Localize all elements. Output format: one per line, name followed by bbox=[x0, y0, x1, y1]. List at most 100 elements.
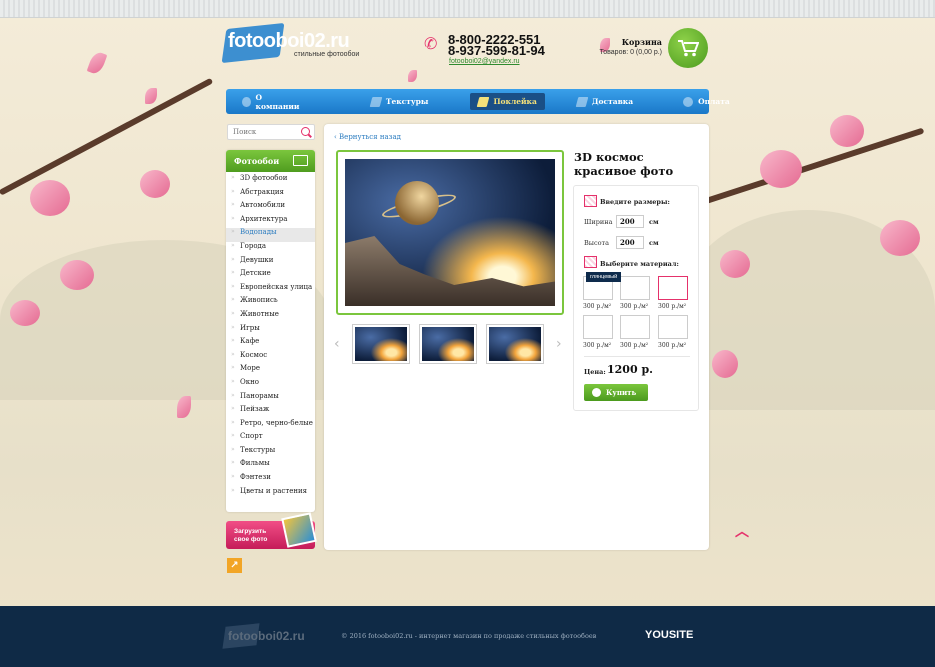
prev-arrow-icon[interactable]: ‹ bbox=[334, 337, 342, 351]
sidebar-item[interactable]: Абстракция bbox=[226, 188, 315, 202]
product-image[interactable] bbox=[336, 150, 564, 315]
sidebar-item[interactable]: Ретро, черно-белые bbox=[226, 419, 315, 433]
material-price: 300 р./м² bbox=[620, 303, 649, 310]
material-option[interactable] bbox=[620, 276, 650, 300]
width-label: Ширина bbox=[584, 218, 613, 226]
phone-icon: ✆ bbox=[424, 34, 438, 53]
site-logo[interactable]: fotooboi02.ru стильные фотообои bbox=[221, 22, 374, 64]
height-input[interactable] bbox=[616, 236, 644, 249]
cart-title: Корзина bbox=[621, 37, 662, 47]
nav-payment[interactable]: Оплата bbox=[675, 93, 738, 110]
price-value: 1200 р. bbox=[607, 363, 653, 376]
material-price: 300 р./м² bbox=[658, 342, 687, 349]
sidebar-item[interactable]: Европейская улица bbox=[226, 283, 315, 297]
sidebar-item[interactable]: Море bbox=[226, 364, 315, 378]
buy-label: Купить bbox=[606, 388, 637, 397]
developer-logo[interactable]: YOUSITE bbox=[645, 629, 693, 641]
upload-photo-button[interactable]: Загрузить свое фото bbox=[226, 512, 317, 549]
logo-text: fotooboi02.ru bbox=[228, 30, 350, 52]
material-option-selected[interactable] bbox=[658, 276, 688, 300]
texture-icon bbox=[369, 96, 383, 107]
back-link[interactable]: ‹ Вернуться назад bbox=[334, 133, 401, 141]
sidebar-item[interactable]: Спорт bbox=[226, 432, 315, 446]
buy-button[interactable]: Купить bbox=[584, 384, 648, 401]
sidebar-item[interactable]: Живопись bbox=[226, 296, 315, 310]
cart-button[interactable] bbox=[668, 28, 708, 68]
thumbnail[interactable] bbox=[486, 324, 544, 364]
sidebar-item[interactable]: Животные bbox=[226, 310, 315, 324]
nav-label: Поклейка bbox=[493, 97, 537, 106]
truck-icon bbox=[575, 96, 589, 107]
scroll-top-icon[interactable]: ︿ bbox=[733, 525, 751, 539]
nav-about[interactable]: О компании bbox=[234, 92, 309, 111]
cart-icon bbox=[678, 40, 699, 57]
sidebar-item[interactable]: Текстуры bbox=[226, 446, 315, 460]
footer-copyright: © 2016 fotooboi02.ru - интернет магазин … bbox=[341, 632, 597, 640]
cart[interactable]: Корзина Товаров: 0 (0,00 р.) bbox=[574, 16, 714, 72]
thumbnail[interactable] bbox=[352, 324, 410, 364]
sidebar-item[interactable]: Фильмы bbox=[226, 459, 315, 473]
nav-label: Оплата bbox=[698, 97, 730, 106]
footer: fotooboi02.ru © 2016 fotooboi02.ru - инт… bbox=[0, 606, 935, 667]
cart-icon bbox=[592, 388, 601, 397]
sidebar-item[interactable]: Города bbox=[226, 242, 315, 256]
sidebar-item[interactable]: Космос bbox=[226, 351, 315, 365]
sidebar-item[interactable]: Архитектура bbox=[226, 215, 315, 229]
sidebar-item[interactable]: Автомобили bbox=[226, 201, 315, 215]
search-input[interactable] bbox=[228, 125, 296, 139]
main-nav: О компании Текстуры Поклейка Доставка Оп… bbox=[226, 89, 730, 114]
sidebar-item[interactable]: Фэнтези bbox=[226, 473, 315, 487]
logo-tagline: стильные фотообои bbox=[294, 51, 360, 58]
sidebar-item[interactable]: Окно bbox=[226, 378, 315, 392]
photo-icon bbox=[281, 512, 317, 548]
nav-installation[interactable]: Поклейка bbox=[470, 93, 545, 110]
sidebar-header: Фотообои bbox=[226, 150, 315, 172]
thumbnail-strip: ‹ › bbox=[334, 322, 566, 366]
sidebar-item[interactable]: Девушки bbox=[226, 256, 315, 270]
sidebar-title: Фотообои bbox=[234, 156, 280, 166]
ruler-icon bbox=[584, 195, 597, 207]
product-title: 3D космос красивое фото bbox=[574, 150, 674, 178]
external-link-icon[interactable]: ↗ bbox=[227, 558, 242, 573]
height-unit: см bbox=[649, 239, 659, 247]
thumbnail[interactable] bbox=[419, 324, 477, 364]
material-option[interactable] bbox=[658, 315, 688, 339]
paint-roller-icon bbox=[477, 96, 490, 107]
nav-label: О компании bbox=[255, 92, 300, 111]
sidebar-item[interactable]: Водопады bbox=[226, 228, 315, 242]
cart-info: Товаров: 0 (0,00 р.) bbox=[599, 49, 662, 56]
sidebar-item[interactable]: Пейзаж bbox=[226, 405, 315, 419]
category-sidebar: Фотообои 3D фотообоиАбстракцияАвтомобили… bbox=[226, 150, 315, 512]
footer-logo[interactable]: fotooboi02.ru bbox=[228, 629, 305, 643]
search-icon[interactable] bbox=[301, 127, 310, 136]
sidebar-item[interactable]: Детские bbox=[226, 269, 315, 283]
nav-textures[interactable]: Текстуры bbox=[363, 93, 437, 110]
product-card: ‹ Вернуться назад ‹ › 3D космос красивое… bbox=[324, 124, 709, 550]
material-option[interactable] bbox=[620, 315, 650, 339]
space-photo bbox=[345, 159, 555, 306]
sidebar-item[interactable]: Цветы и растения bbox=[226, 487, 315, 501]
info-icon bbox=[242, 96, 251, 107]
search-box bbox=[227, 124, 315, 140]
sidebar-item[interactable]: Кафе bbox=[226, 337, 315, 351]
sidebar-item[interactable]: 3D фотообои bbox=[226, 174, 315, 188]
divider bbox=[584, 356, 690, 357]
sidebar-item[interactable]: Игры bbox=[226, 324, 315, 338]
material-title: Выберите материал: bbox=[600, 260, 679, 268]
sidebar-item[interactable]: Панорамы bbox=[226, 392, 315, 406]
width-input[interactable] bbox=[616, 215, 644, 228]
nav-delivery[interactable]: Доставка bbox=[569, 93, 641, 110]
top-strip bbox=[0, 0, 935, 18]
material-tooltip: глянцевый bbox=[586, 272, 622, 282]
phone-2: 8-937-599-81-94 bbox=[448, 43, 545, 58]
back-label: Вернуться назад bbox=[339, 133, 401, 141]
next-arrow-icon[interactable]: › bbox=[556, 337, 564, 351]
nav-label: Текстуры bbox=[385, 97, 429, 106]
material-icon bbox=[584, 256, 597, 268]
height-label: Высота bbox=[584, 239, 609, 247]
email-link[interactable]: fotooboi02@yandex.ru bbox=[449, 58, 520, 65]
payment-icon bbox=[683, 96, 694, 107]
material-option[interactable] bbox=[583, 315, 613, 339]
upload-label: Загрузить свое фото bbox=[234, 528, 268, 543]
material-option[interactable]: глянцевый bbox=[583, 272, 622, 300]
